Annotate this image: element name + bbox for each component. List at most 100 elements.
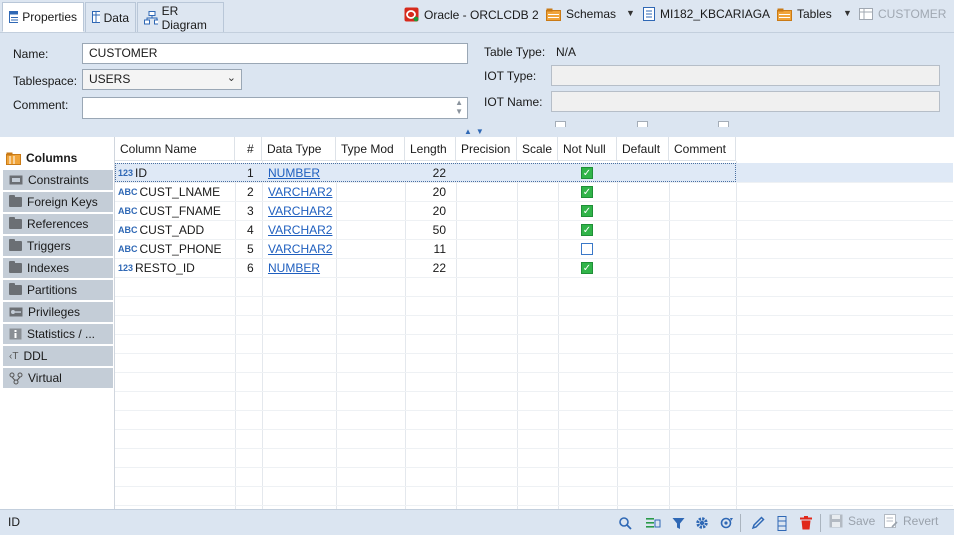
header-default[interactable]: Default [617, 137, 669, 161]
gear-icon[interactable] [694, 515, 710, 531]
add-column-icon[interactable] [774, 515, 790, 531]
row-divider [115, 334, 953, 335]
breadcrumb-table[interactable]: CUSTOMER [859, 7, 946, 21]
breadcrumb-schemas-label: Schemas [566, 7, 617, 21]
tablespace-select[interactable]: USERS ⌄ [82, 69, 242, 90]
tab-data[interactable]: Data [85, 2, 136, 32]
collapse-panel-icon[interactable]: ▲▼ [464, 127, 488, 136]
text-type-icon: ABC [118, 243, 138, 254]
temporary-checkbox-icon[interactable] [555, 121, 566, 127]
column-name-cell[interactable]: 123 RESTO_ID [118, 258, 195, 277]
header-column-name[interactable]: Column Name [115, 137, 235, 161]
iot-type-field[interactable] [551, 65, 940, 86]
table-row[interactable]: ABC CUST_ADD 4 VARCHAR2 50 ✓ [115, 220, 953, 239]
tab-data-label: Data [103, 10, 129, 25]
schemas-dropdown-icon[interactable]: ▼ [626, 8, 635, 18]
table-row[interactable]: ABC CUST_LNAME 2 VARCHAR2 20 ✓ [115, 182, 953, 201]
column-name-cell[interactable]: ABC CUST_FNAME [118, 201, 221, 220]
property-sections-nav: Columns Constraints Foreign Keys Referen… [0, 137, 114, 509]
revert-button-label: Revert [903, 514, 939, 528]
column-name-cell[interactable]: ABC CUST_ADD [118, 220, 204, 239]
delete-icon[interactable] [798, 515, 814, 531]
data-type-link[interactable]: NUMBER [268, 258, 320, 277]
header-data-type[interactable]: Data Type [262, 137, 336, 161]
text-type-icon: ABC [118, 224, 138, 235]
header-comment[interactable]: Comment [669, 137, 736, 161]
save-icon [829, 514, 843, 528]
data-type-link[interactable]: VARCHAR2 [268, 239, 332, 258]
nav-foreign-keys-label: Foreign Keys [27, 195, 98, 209]
folder-icon [9, 239, 22, 251]
length-cell[interactable]: 20 [405, 201, 446, 220]
filter-columns-icon[interactable] [645, 515, 661, 531]
tables-dropdown-icon[interactable]: ▼ [843, 8, 852, 18]
nav-privileges[interactable]: Privileges [3, 302, 113, 323]
tab-properties-label: Properties [22, 10, 77, 24]
nav-triggers[interactable]: Triggers [3, 236, 113, 257]
header-scale[interactable]: Scale [517, 137, 558, 161]
table-row[interactable]: ABC CUST_FNAME 3 VARCHAR2 20 ✓ [115, 201, 953, 220]
row-divider [115, 353, 953, 354]
not-null-checkbox[interactable]: ✓ [581, 220, 593, 239]
length-cell[interactable]: 22 [405, 258, 446, 277]
data-type-link[interactable]: VARCHAR2 [268, 201, 332, 220]
nav-statistics[interactable]: Statistics / ... [3, 324, 113, 345]
folder-icon [9, 261, 22, 273]
breadcrumb-schemas[interactable]: Schemas [546, 7, 616, 21]
search-icon[interactable] [617, 515, 633, 531]
nav-constraints[interactable]: Constraints [3, 170, 113, 191]
edit-pencil-icon[interactable] [750, 515, 766, 531]
table-row[interactable]: 123 RESTO_ID 6 NUMBER 22 ✓ [115, 258, 953, 277]
length-cell[interactable]: 11 [405, 239, 446, 258]
data-type-link[interactable]: VARCHAR2 [268, 220, 332, 239]
number-type-icon: 123 [118, 262, 134, 273]
not-null-checkbox[interactable] [581, 239, 593, 258]
breadcrumb-tables[interactable]: Tables [777, 7, 832, 21]
length-cell[interactable]: 20 [405, 182, 446, 201]
data-type-link[interactable]: VARCHAR2 [268, 182, 332, 201]
column-number: 3 [247, 203, 254, 218]
column-number: 6 [247, 260, 254, 275]
nav-columns[interactable]: Columns [0, 148, 114, 169]
name-field[interactable]: CUSTOMER [82, 43, 468, 64]
not-null-checkbox[interactable]: ✓ [581, 182, 593, 201]
not-null-checkbox[interactable]: ✓ [581, 258, 593, 277]
nav-virtual[interactable]: Virtual [3, 368, 113, 389]
column-name-cell[interactable]: ABC CUST_PHONE [118, 239, 222, 258]
header-length[interactable]: Length [405, 137, 456, 161]
table-row[interactable]: ABC CUST_PHONE 5 VARCHAR2 11 [115, 239, 953, 258]
length-cell[interactable]: 50 [405, 220, 446, 239]
settings-refresh-icon[interactable] [718, 515, 734, 531]
nav-references[interactable]: References [3, 214, 113, 235]
column-name-cell[interactable]: ABC CUST_LNAME [118, 182, 220, 201]
comment-scroll-arrows-icon[interactable]: ▲ ▼ [455, 98, 463, 116]
nav-partitions[interactable]: Partitions [3, 280, 113, 301]
iot-name-field[interactable] [551, 91, 940, 112]
breadcrumb-connection[interactable]: Oracle - ORCLCDB 2 [404, 7, 539, 22]
header-not-null[interactable]: Not Null [558, 137, 617, 161]
nav-foreign-keys[interactable]: Foreign Keys [3, 192, 113, 213]
not-null-checkbox[interactable]: ✓ [581, 201, 593, 220]
filter-icon[interactable] [670, 515, 686, 531]
breadcrumb-schema[interactable]: MI182_KBCARIAGA [643, 7, 770, 21]
comment-field[interactable]: ▲ ▼ [82, 97, 468, 119]
secondary-checkbox-icon[interactable] [637, 121, 649, 127]
er-diagram-icon [144, 10, 158, 24]
header-type-mod[interactable]: Type Mod [336, 137, 405, 161]
hidden-checkbox-row [555, 121, 935, 127]
save-button[interactable]: Save [829, 514, 875, 528]
column-name: CUST_PHONE [139, 241, 222, 256]
tab-properties[interactable]: Properties [2, 2, 84, 32]
nav-ddl[interactable]: ‹T DDL [3, 346, 113, 367]
tab-er-diagram[interactable]: ER Diagram [137, 2, 224, 32]
columns-icon [6, 152, 21, 165]
revert-button[interactable]: Revert [884, 514, 938, 528]
constraints-icon [9, 175, 23, 185]
header-number[interactable]: # [235, 137, 262, 161]
nested-checkbox-icon[interactable] [717, 121, 729, 127]
virtual-icon [9, 372, 23, 384]
header-precision[interactable]: Precision [456, 137, 517, 161]
checkbox-checked-icon: ✓ [581, 261, 593, 274]
table-row[interactable]: 123 ID 1 NUMBER 22 ✓ [115, 163, 953, 182]
nav-indexes[interactable]: Indexes [3, 258, 113, 279]
